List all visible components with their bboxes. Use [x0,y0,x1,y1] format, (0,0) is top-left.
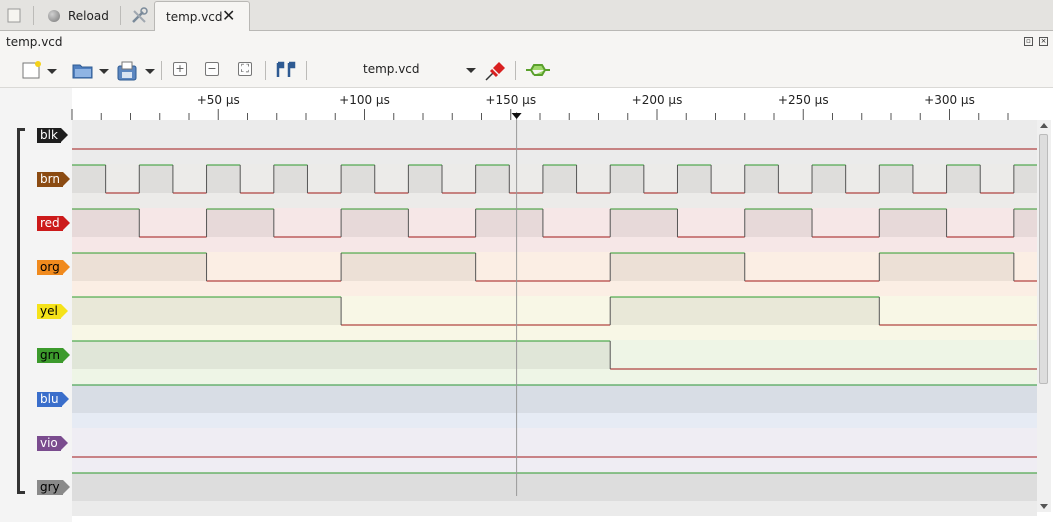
scroll-thumb[interactable] [1039,134,1048,384]
signal-label-blu[interactable]: blu [37,392,69,407]
reload-label: Reload [68,8,109,23]
chevron-down-icon[interactable] [47,69,57,74]
scroll-down-icon[interactable] [1040,504,1048,509]
tab-label: temp.vcd [166,10,223,24]
signal-label-yel[interactable]: yel [37,304,68,319]
signal-label-blk[interactable]: blk [37,128,68,143]
chevron-down-icon[interactable] [99,69,109,74]
toolbar-separator [306,61,307,80]
tab-bar: Reload temp.vcd ✕ [0,0,1053,32]
file-selector[interactable]: temp.vcd [363,62,420,76]
signal-label-brn[interactable]: brn [37,172,70,187]
page-icon [7,8,21,23]
chevron-down-icon[interactable] [466,68,476,73]
reload-button[interactable]: Reload [48,0,109,31]
signal-label-red[interactable]: red [37,216,70,231]
toolbar-separator [515,61,516,80]
zoom-fit-icon[interactable]: ⛶ [238,62,252,76]
vertical-scrollbar[interactable] [1037,120,1051,512]
panel-header: temp.vcd ▫ × [0,31,1053,53]
tab-temp-vcd[interactable]: temp.vcd ✕ [154,1,250,32]
waveform-toolbar: + − ⛶ temp.vcd [0,53,1053,88]
save-icon[interactable] [116,60,140,85]
new-file-icon[interactable] [22,60,42,83]
toolbar-separator [33,6,34,25]
zoom-in-icon[interactable]: + [173,62,187,76]
chevron-down-icon[interactable] [145,69,155,74]
tools-icon [132,6,148,23]
pin-icon[interactable] [483,60,507,85]
waveform-view[interactable] [0,88,1053,522]
close-icon[interactable]: ✕ [222,6,235,25]
reload-icon [48,9,60,22]
marker-icon[interactable] [275,60,297,83]
group-bracket [17,128,25,494]
close-panel-icon[interactable]: × [1039,37,1048,46]
new-tab-button[interactable] [7,0,21,31]
signal-label-grn[interactable]: grn [37,348,70,363]
settings-button[interactable] [130,0,148,31]
zoom-out-icon[interactable]: − [205,62,219,76]
toolbar-separator [161,61,162,80]
scroll-up-icon[interactable] [1040,123,1048,128]
signal-select-icon[interactable] [525,60,551,83]
signal-label-gry[interactable]: gry [37,480,70,495]
toolbar-separator [265,61,266,80]
signal-label-vio[interactable]: vio [37,436,68,451]
toolbar-separator [120,6,121,25]
panel-title: temp.vcd [6,35,63,49]
signal-label-org[interactable]: org [37,260,70,275]
float-panel-icon[interactable]: ▫ [1024,37,1033,46]
open-folder-icon[interactable] [72,60,94,83]
